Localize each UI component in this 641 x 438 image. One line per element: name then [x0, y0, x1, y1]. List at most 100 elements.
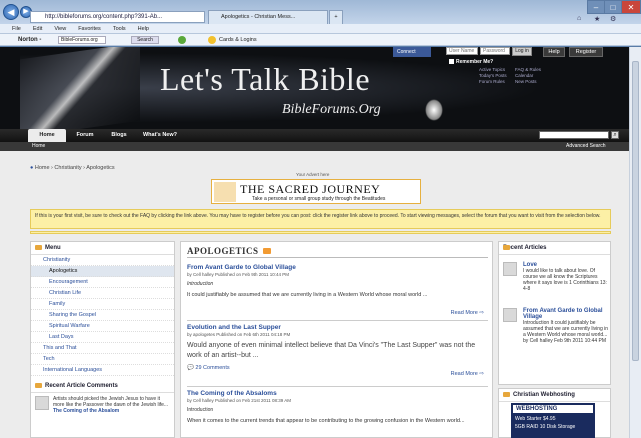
article-meta: by Cell halley Published on Feb 21st 201…: [187, 398, 291, 403]
breadcrumb-apologetics[interactable]: Apologetics: [86, 165, 114, 171]
minimize-button[interactable]: –: [587, 0, 605, 14]
header-link-todays-posts[interactable]: Today's Posts: [479, 73, 507, 78]
menu-item[interactable]: Spiritual Warfare: [31, 321, 174, 332]
article-intro: Introduction: [187, 281, 214, 287]
menu-item[interactable]: International Languages: [31, 365, 174, 376]
article-title[interactable]: Evolution and the Last Supper: [187, 324, 488, 331]
forum-panel: APOLOGETICS From Avant Garde to Global V…: [180, 241, 493, 438]
menu-bar: File Edit View Favorites Tools Help: [0, 24, 641, 34]
recent-article-text-wrap: From Avant Garde to Global Village Intro…: [523, 308, 609, 344]
address-bar[interactable]: http://bibleforums.org/content.php?391-A…: [30, 11, 205, 23]
header-link-calendar[interactable]: Calendar: [515, 73, 533, 78]
login-button[interactable]: Log in: [512, 47, 532, 56]
tab-home[interactable]: Home: [28, 129, 66, 142]
menu-view[interactable]: View: [54, 24, 66, 33]
cards-logins-button[interactable]: Cards & Logins: [219, 34, 257, 46]
menu-item[interactable]: Encouragement: [31, 277, 174, 288]
header-link-active-topics[interactable]: Active Topics: [479, 67, 505, 72]
recent-article: Love I would like to talk about love. Of…: [503, 262, 607, 304]
menu-item[interactable]: Family: [31, 299, 174, 310]
scrollbar-thumb[interactable]: [632, 61, 639, 361]
article-3: The Coming of the Absaloms by Cell halle…: [187, 390, 488, 425]
password-field[interactable]: [480, 47, 510, 55]
menu-item[interactable]: Sharing the Gospel: [31, 310, 174, 321]
recent-comment-text: Artists should picked the Jewish Jesus t…: [53, 396, 169, 408]
forum-title: APOLOGETICS: [187, 246, 259, 256]
read-more-link[interactable]: Read More ⇨: [451, 310, 484, 316]
search-icon[interactable]: ⌕: [611, 131, 619, 139]
article-body: Would anyone of even minimal intellect b…: [187, 342, 476, 359]
register-button[interactable]: Register: [569, 47, 603, 57]
menu-item[interactable]: Apologetics: [31, 266, 174, 277]
recent-article-excerpt: I would like to talk about love. Of cour…: [523, 268, 607, 292]
menu-item[interactable]: Christian Life: [31, 288, 174, 299]
menu-tools[interactable]: Tools: [113, 24, 126, 33]
article-meta: by apologetes Published on Feb 6th 2011 …: [187, 332, 291, 337]
advanced-search-link[interactable]: Advanced Search: [566, 142, 605, 151]
notice-strip: [30, 231, 611, 234]
menu-item[interactable]: This and That: [31, 343, 174, 354]
tab-whats-new[interactable]: What's New?: [138, 129, 182, 142]
rss-icon[interactable]: [263, 248, 271, 254]
checkbox-box: [449, 59, 454, 65]
menu-file[interactable]: File: [12, 24, 21, 33]
breadcrumb-christianity[interactable]: Christianity: [54, 165, 81, 171]
subnav-home[interactable]: Home: [32, 142, 45, 151]
webhosting-ad[interactable]: WEBHOSTING Web Starter $4.95 5GB RAID 10…: [511, 403, 595, 438]
article-intro: Introduction: [187, 407, 214, 413]
close-button[interactable]: ✕: [621, 0, 641, 14]
header-link-forum-rules[interactable]: Forum Rules: [479, 79, 505, 84]
maximize-button[interactable]: □: [604, 0, 622, 14]
menu-favorites[interactable]: Favorites: [78, 24, 101, 33]
home-icon[interactable]: ⌂: [577, 15, 581, 22]
menu-item[interactable]: Tech: [31, 354, 174, 365]
menu-edit[interactable]: Edit: [33, 24, 42, 33]
welcome-notice: If this is your first visit, be sure to …: [30, 209, 611, 229]
article-body: When it comes to the current trends that…: [187, 418, 465, 424]
menu-item[interactable]: Christianity: [31, 255, 174, 266]
recent-articles-title: Recent Articles: [499, 242, 610, 255]
help-button[interactable]: Help: [543, 47, 565, 57]
comments-count: 29 Comments: [195, 365, 230, 371]
recent-article-text-wrap: Love I would like to talk about love. Of…: [523, 262, 609, 292]
tab-apologetics[interactable]: Apologetics - Christian Mess...: [208, 10, 328, 24]
site-title: Let's Talk Bible: [160, 61, 371, 97]
header-link-faq[interactable]: FAQ & Rules: [515, 67, 541, 72]
comments-link[interactable]: 💬 29 Comments: [187, 365, 488, 371]
site-search-input[interactable]: [539, 131, 609, 139]
breadcrumb-home[interactable]: Home: [35, 165, 50, 171]
recent-article-title[interactable]: From Avant Garde to Global Village: [523, 308, 609, 320]
vertical-scrollbar[interactable]: [629, 47, 641, 438]
read-more-link[interactable]: Read More ⇨: [451, 371, 484, 377]
norton-toolbar: Norton - BibleForums.org Search Cards & …: [0, 34, 641, 46]
article-meta: by Cell halley Published on Feb 9th 2011…: [187, 272, 289, 277]
norton-search-input[interactable]: BibleForums.org: [58, 36, 106, 44]
gear-icon[interactable]: ⚙: [610, 15, 616, 23]
menu-help[interactable]: Help: [138, 24, 149, 33]
article-title[interactable]: From Avant Garde to Global Village: [187, 264, 488, 271]
menu-item[interactable]: Last Days: [31, 332, 174, 343]
divider: [187, 386, 488, 387]
article-title[interactable]: The Coming of the Absaloms: [187, 390, 488, 397]
recent-articles-panel: Recent Articles Love I would like to tal…: [498, 241, 611, 385]
recent-comment-link[interactable]: The Coming of the Absalom: [53, 408, 170, 414]
back-button[interactable]: ◀: [3, 4, 19, 20]
comments-icon: 💬: [187, 365, 194, 371]
sub-nav: Home Advanced Search: [0, 142, 629, 151]
facebook-connect-button[interactable]: Connect: [393, 47, 431, 57]
safe-check-icon[interactable]: [178, 36, 186, 44]
ad-label: Your Advert here: [296, 172, 330, 177]
remember-me-checkbox[interactable]: Remember Me?: [449, 59, 493, 65]
tab-blogs[interactable]: Blogs: [104, 129, 134, 142]
ad-banner[interactable]: THE SACRED JOURNEY Take a personal or sm…: [211, 179, 421, 204]
new-tab-button[interactable]: +: [329, 10, 343, 24]
norton-search-button[interactable]: Search: [131, 36, 159, 44]
username-field[interactable]: [446, 47, 478, 55]
breadcrumb-home-icon[interactable]: ●: [30, 165, 33, 171]
header-link-new-posts[interactable]: New Posts: [515, 79, 537, 84]
ad-subtitle: Take a personal or small group study thr…: [252, 196, 386, 202]
ad-image: [214, 182, 236, 202]
tab-forum[interactable]: Forum: [70, 129, 100, 142]
avatar: [35, 396, 49, 410]
favorites-star-icon[interactable]: ★: [594, 15, 600, 23]
